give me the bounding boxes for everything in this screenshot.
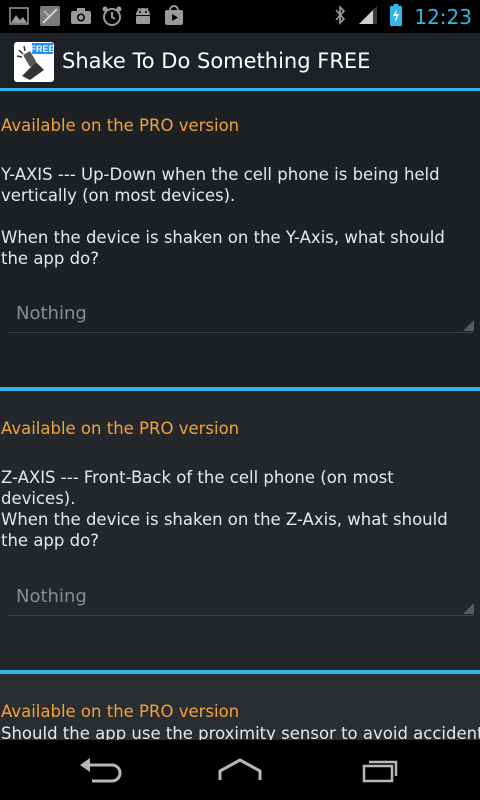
pro-notice: Available on the PRO version — [1, 702, 240, 721]
signal-icon — [358, 5, 378, 29]
z-axis-section: Available on the PRO version Z-AXIS --- … — [0, 391, 480, 671]
dropdown-arrow-icon — [463, 320, 474, 331]
map-icon — [39, 5, 61, 27]
clock: 12:23 — [414, 4, 472, 29]
spinner-value: Nothing — [16, 303, 87, 324]
navigation-bar — [0, 740, 480, 800]
action-bar: FREE Shake To Do Something FREE — [0, 33, 480, 90]
status-bar: 12:23 — [0, 0, 480, 33]
dropdown-arrow-icon — [463, 603, 474, 614]
pro-notice: Available on the PRO version — [1, 116, 240, 135]
app-icon-badge: FREE — [30, 44, 54, 54]
z-axis-action-spinner[interactable]: Nothing — [8, 580, 474, 616]
y-axis-description: Y-AXIS --- Up-Down when the cell phone i… — [1, 165, 440, 205]
battery-icon — [390, 3, 403, 30]
image-icon — [8, 5, 30, 27]
app-logo-icon[interactable]: FREE — [14, 42, 55, 82]
bluetooth-icon — [334, 4, 346, 29]
z-axis-description: Z-AXIS --- Front-Back of the cell phone … — [1, 468, 394, 508]
settings-list[interactable]: Available on the PRO version Y-AXIS --- … — [0, 91, 480, 740]
alarm-icon — [101, 5, 123, 27]
y-axis-question: When the device is shaken on the Y-Axis,… — [1, 228, 445, 268]
z-axis-question: When the device is shaken on the Z-Axis,… — [1, 510, 448, 550]
notification-icons — [8, 5, 185, 27]
play-store-icon — [163, 5, 185, 27]
home-icon[interactable] — [210, 752, 270, 788]
android-icon — [132, 5, 154, 27]
system-icons: 12:23 — [334, 0, 472, 33]
y-axis-section: Available on the PRO version Y-AXIS --- … — [0, 91, 480, 389]
camera-icon — [70, 5, 92, 27]
proximity-section: Available on the PRO version Should the … — [0, 674, 480, 740]
pro-notice: Available on the PRO version — [1, 419, 240, 438]
recent-apps-icon[interactable] — [350, 752, 410, 788]
spinner-value: Nothing — [16, 586, 87, 607]
y-axis-action-spinner[interactable]: Nothing — [8, 297, 474, 333]
app-title: Shake To Do Something FREE — [62, 49, 371, 73]
back-icon[interactable] — [70, 752, 130, 788]
proximity-description: Should the app use the proximity sensor … — [1, 724, 480, 740]
